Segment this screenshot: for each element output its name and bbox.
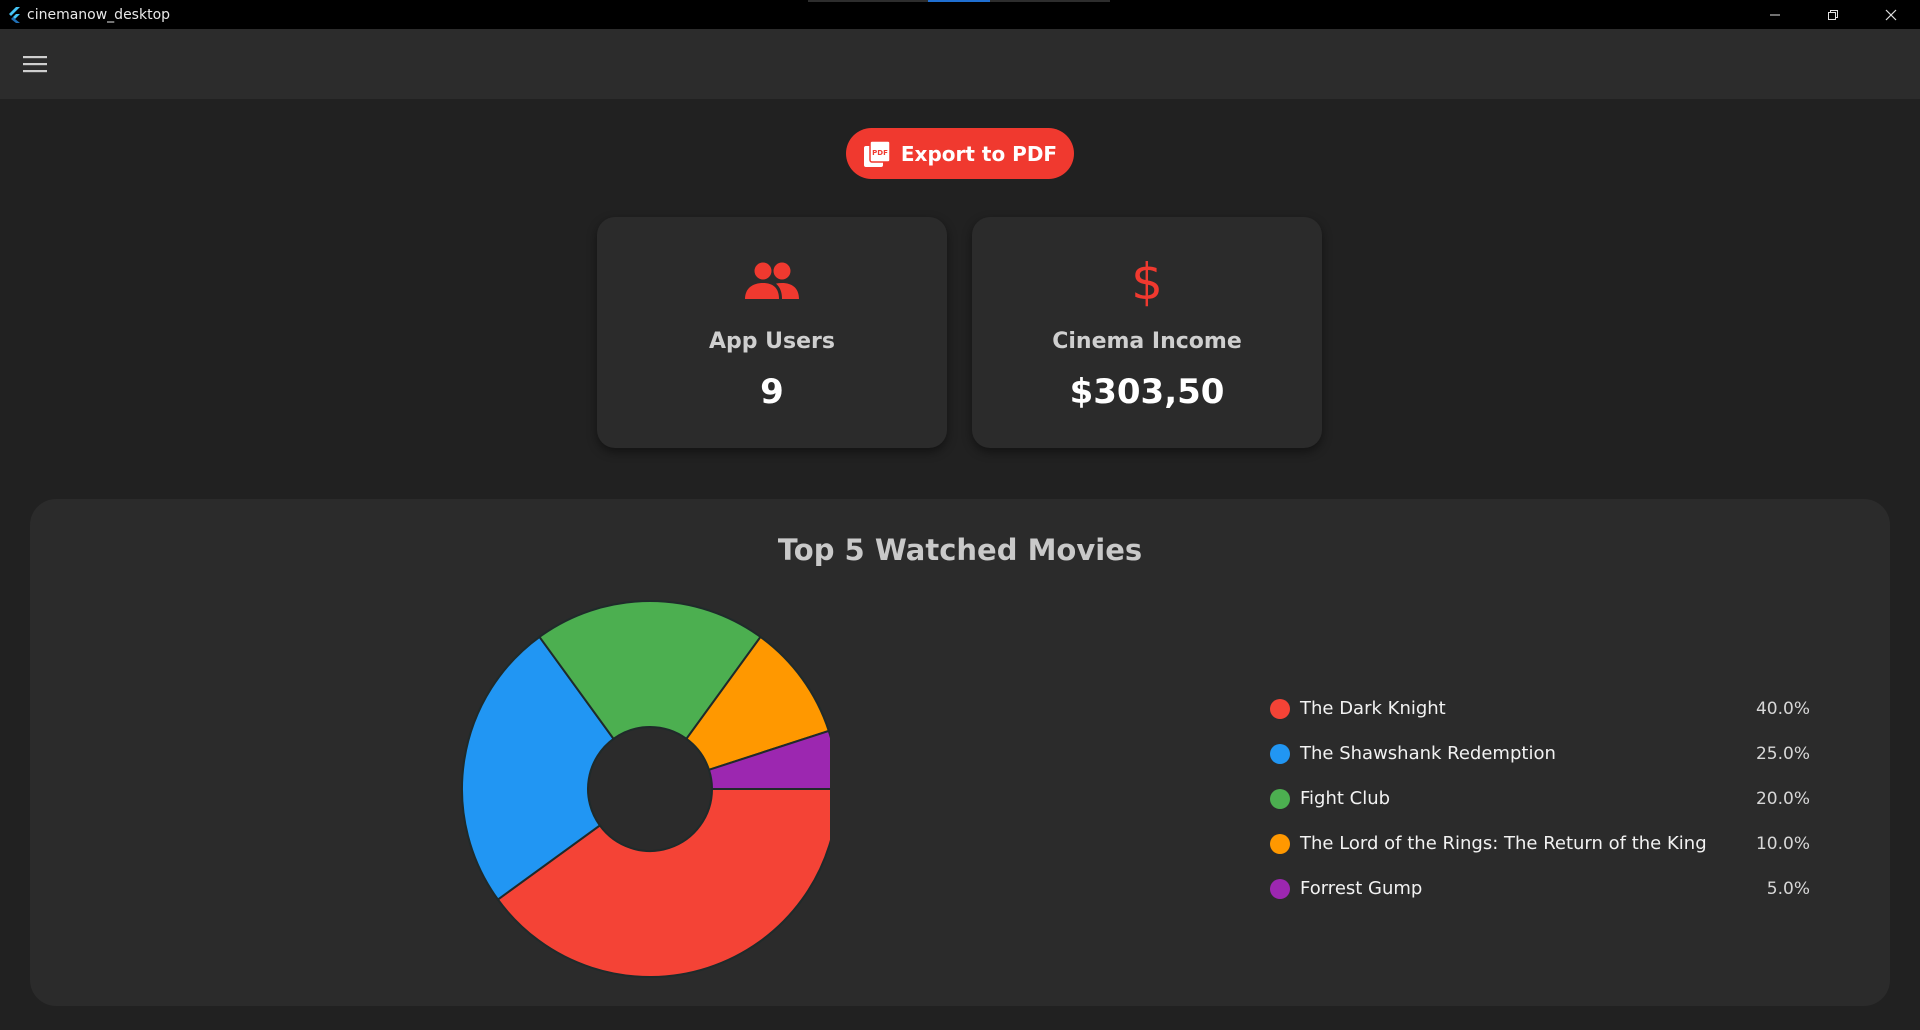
legend-color-dot [1270, 698, 1290, 719]
legend-percentage: 25.0% [1755, 743, 1810, 764]
flutter-logo-icon [6, 6, 22, 23]
legend-label: The Shawshank Redemption [1300, 743, 1556, 764]
hamburger-menu-icon [23, 56, 47, 73]
minimize-icon [1770, 14, 1780, 15]
donut-chart [461, 600, 830, 978]
dollar-icon: $ [972, 253, 1322, 309]
legend-label: The Dark Knight [1300, 698, 1446, 719]
people-icon [597, 253, 947, 309]
app-users-value: 9 [760, 372, 784, 412]
cinema-income-value: $303,50 [1069, 372, 1225, 412]
restore-icon [1828, 9, 1838, 20]
legend-item: The Lord of the Rings: The Return of the… [1270, 821, 1810, 866]
legend-percentage: 10.0% [1755, 833, 1810, 854]
legend-item: The Shawshank Redemption 25.0% [1270, 731, 1810, 776]
top-movies-chart-panel: Top 5 Watched Movies The Dark Knight 40.0… [30, 499, 1890, 1006]
cinema-income-label: Cinema Income [1052, 329, 1242, 354]
legend-item: The Dark Knight 40.0% [1270, 686, 1810, 731]
legend-percentage: 20.0% [1755, 788, 1810, 809]
legend-label: Forrest Gump [1300, 878, 1423, 899]
restore-button[interactable] [1804, 0, 1862, 29]
legend-percentage: 5.0% [1766, 878, 1810, 899]
legend-item: Forrest Gump 5.0% [1270, 866, 1810, 911]
window-titlebar: cinemanow_desktop [0, 0, 1920, 29]
svg-text:PDF: PDF [872, 149, 888, 157]
legend-label: Fight Club [1300, 788, 1391, 809]
legend-color-dot [1270, 788, 1290, 809]
close-icon [1885, 9, 1897, 20]
close-window-button[interactable] [1862, 0, 1920, 29]
legend-item: Fight Club 20.0% [1270, 776, 1810, 821]
app-users-label: App Users [708, 329, 835, 354]
app-bar [0, 29, 1920, 99]
legend-color-dot [1270, 743, 1290, 764]
cinema-income-card: $ Cinema Income $303,50 [972, 217, 1322, 448]
export-pdf-label: Export to PDF [900, 141, 1058, 166]
pdf-icon: PDF [863, 139, 891, 167]
legend-label: The Lord of the Rings: The Return of the… [1300, 833, 1707, 854]
minimize-button[interactable] [1746, 0, 1804, 29]
svg-text:$: $ [1131, 255, 1163, 307]
legend-percentage: 40.0% [1755, 698, 1810, 719]
app-users-card: App Users 9 [597, 217, 947, 448]
window-controls [1746, 0, 1920, 29]
hamburger-menu-button[interactable] [18, 49, 52, 79]
chart-legend: The Dark Knight 40.0% The Shawshank Redemp… [1270, 686, 1810, 911]
legend-color-dot [1270, 833, 1290, 854]
titlebar-accent-highlight [928, 0, 990, 2]
window-title: cinemanow_desktop [27, 6, 171, 23]
export-pdf-button[interactable]: PDF Export to PDF [846, 128, 1074, 179]
legend-color-dot [1270, 878, 1290, 899]
